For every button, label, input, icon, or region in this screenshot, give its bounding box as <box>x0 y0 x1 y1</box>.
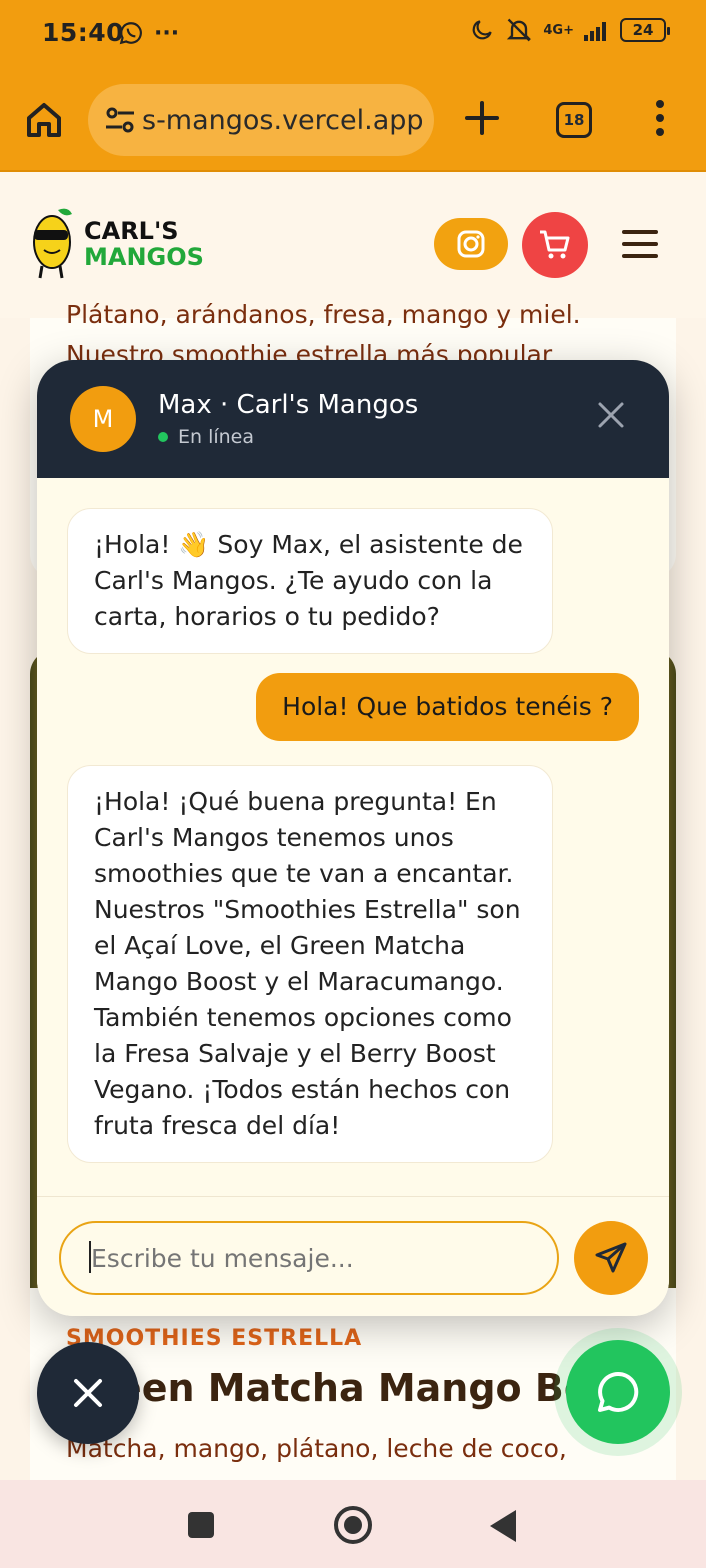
status-notification-icons: ··· <box>118 20 179 46</box>
online-dot-icon <box>158 432 168 442</box>
recents-button[interactable] <box>188 1512 214 1538</box>
product-description: Matcha, mango, plátano, leche de coco, <box>66 1434 567 1463</box>
whatsapp-icon <box>119 22 142 45</box>
home-icon[interactable] <box>24 100 64 140</box>
logo-line-mangos: MANGOS <box>84 243 204 271</box>
send-icon <box>595 1242 627 1273</box>
chat-message-input[interactable] <box>59 1221 559 1295</box>
close-chat-icon[interactable] <box>594 398 628 432</box>
mango-mascot-icon <box>33 208 72 279</box>
agent-status: En línea <box>158 426 254 448</box>
site-header: CARL'S MANGOS <box>0 172 706 318</box>
whatsapp-fab[interactable] <box>566 1340 670 1444</box>
more-menu-icon[interactable] <box>650 98 670 138</box>
new-tab-icon[interactable] <box>462 98 502 138</box>
chat-header: M Max · Carl's Mangos En línea <box>37 360 669 478</box>
agent-avatar: M <box>70 386 136 452</box>
home-nav-button[interactable] <box>334 1506 372 1544</box>
status-bar: 15:40 ··· 4G+ 24 <box>0 0 706 68</box>
chat-message-user: Hola! Que batidos tenéis ? <box>256 673 639 741</box>
network-type: 4G+ <box>543 22 574 38</box>
product-ingredients-text: Plátano, arándanos, fresa, mango y miel. <box>66 300 581 329</box>
send-button[interactable] <box>574 1221 648 1295</box>
instagram-icon <box>457 230 485 258</box>
cart-icon <box>540 230 570 259</box>
chat-message-bot: ¡Hola! 👋 Soy Max, el asistente de Carl's… <box>67 508 553 654</box>
chat-composer <box>37 1196 669 1316</box>
battery-icon: 24 <box>620 18 670 42</box>
chat-panel: M Max · Carl's Mangos En línea ¡Hola! 👋 … <box>37 360 669 1316</box>
site-logo[interactable]: CARL'S MANGOS <box>28 206 204 282</box>
whatsapp-chat-icon <box>598 1371 639 1412</box>
logo-line-carls: CARL'S <box>84 217 179 245</box>
close-icon <box>74 1379 102 1407</box>
address-bar[interactable]: s-mangos.vercel.app <box>88 84 434 156</box>
status-time: 15:40 <box>42 18 125 47</box>
more-notifications-icon: ··· <box>154 20 180 46</box>
text-caret <box>89 1241 91 1273</box>
hamburger-menu-icon[interactable] <box>622 230 658 260</box>
cart-button[interactable] <box>522 212 588 278</box>
muted-bell-icon <box>507 18 532 42</box>
status-right-icons: 4G+ 24 <box>469 16 670 44</box>
moon-icon <box>473 20 493 40</box>
site-settings-icon[interactable] <box>104 106 136 134</box>
system-nav-bar <box>0 1480 706 1568</box>
tab-switcher-button[interactable]: 18 <box>556 102 592 138</box>
close-chat-fab[interactable] <box>37 1342 139 1444</box>
url-text: s-mangos.vercel.app <box>142 104 424 136</box>
agent-name: Max · Carl's Mangos <box>158 390 419 420</box>
browser-toolbar: s-mangos.vercel.app 18 <box>0 68 706 172</box>
signal-icon <box>584 22 606 41</box>
agent-status-label: En línea <box>178 426 255 448</box>
back-nav-button[interactable] <box>490 1510 516 1542</box>
instagram-button[interactable] <box>434 218 508 270</box>
chat-message-bot: ¡Hola! ¡Qué buena pregunta! En Carl's Ma… <box>67 765 553 1163</box>
